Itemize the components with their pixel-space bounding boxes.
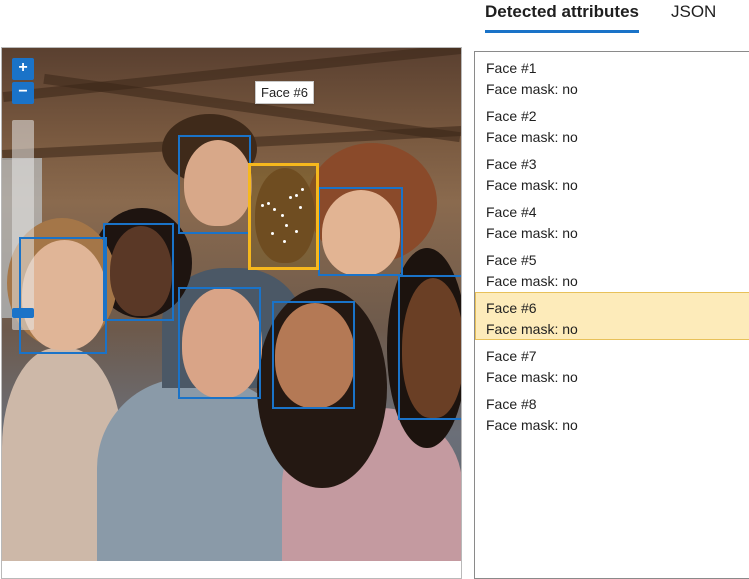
face-box-8[interactable]: [398, 275, 461, 420]
face-box-2[interactable]: [318, 187, 403, 276]
list-item-face-5[interactable]: Face #5 Face mask: no: [475, 244, 749, 292]
face-title: Face #3: [486, 156, 537, 172]
detected-attributes-list: Face #1 Face mask: no Face #2 Face mask:…: [474, 51, 749, 579]
face-mask-value: Face mask: no: [486, 129, 578, 145]
tab-json[interactable]: JSON: [671, 2, 716, 30]
face-mask-value: Face mask: no: [486, 273, 578, 289]
face-mask-value: Face mask: no: [486, 81, 578, 97]
zoom-in-button[interactable]: +: [12, 58, 34, 80]
face-mask-value: Face mask: no: [486, 369, 578, 385]
list-item-face-7[interactable]: Face #7 Face mask: no: [475, 340, 749, 388]
face-title: Face #2: [486, 108, 537, 124]
list-item-face-6[interactable]: Face #6 Face mask: no: [475, 292, 749, 340]
face-mask-value: Face mask: no: [486, 417, 578, 433]
list-item-face-3[interactable]: Face #3 Face mask: no: [475, 148, 749, 196]
face-box-1[interactable]: [178, 135, 251, 234]
face-title: Face #6: [486, 300, 537, 316]
face-mask-value: Face mask: no: [486, 321, 578, 337]
face-box-7[interactable]: [272, 301, 355, 409]
face-tooltip: Face #6: [255, 81, 314, 104]
face-title: Face #5: [486, 252, 537, 268]
face-title: Face #8: [486, 396, 537, 412]
face-box-5[interactable]: [178, 287, 261, 399]
face-mask-value: Face mask: no: [486, 225, 578, 241]
face-mask-value: Face mask: no: [486, 177, 578, 193]
image-viewer[interactable]: + − Face #6: [1, 47, 462, 579]
face-title: Face #1: [486, 60, 537, 76]
face-box-3[interactable]: [103, 223, 174, 321]
face-title: Face #4: [486, 204, 537, 220]
list-item-face-1[interactable]: Face #1 Face mask: no: [475, 52, 749, 100]
list-item-face-2[interactable]: Face #2 Face mask: no: [475, 100, 749, 148]
face-title: Face #7: [486, 348, 537, 364]
face-box-4[interactable]: [19, 237, 107, 354]
tab-detected-attributes[interactable]: Detected attributes: [485, 2, 639, 33]
list-item-face-8[interactable]: Face #8 Face mask: no: [475, 388, 749, 436]
zoom-out-button[interactable]: −: [12, 82, 34, 104]
list-item-face-4[interactable]: Face #4 Face mask: no: [475, 196, 749, 244]
face-box-6[interactable]: [248, 163, 319, 270]
